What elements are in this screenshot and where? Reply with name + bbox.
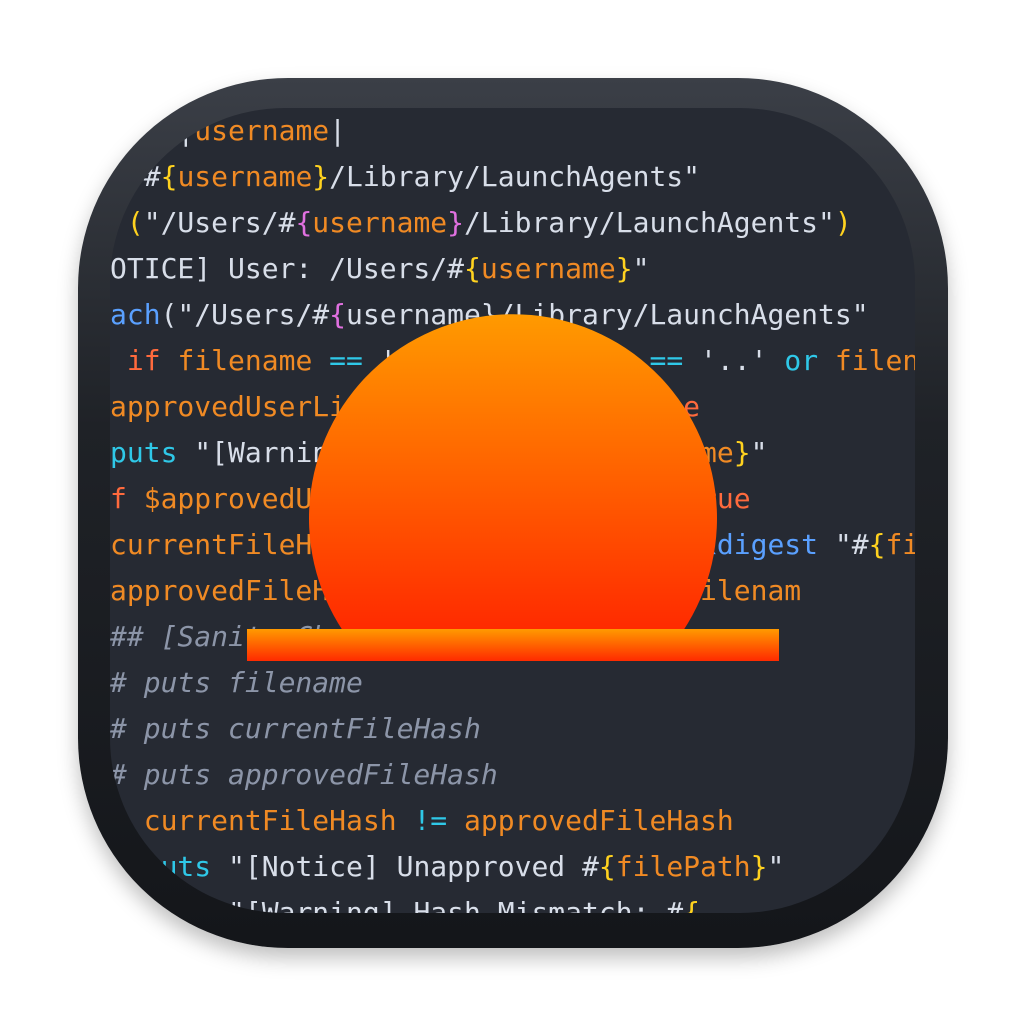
code-line: puts "[Warning] Hash Mismatch: #{	[110, 890, 915, 913]
code-token: {	[868, 528, 886, 561]
code-token: filen	[834, 344, 915, 377]
code-token: }	[615, 252, 633, 285]
code-line: f currentFileHash != approvedFileHash	[110, 798, 915, 844]
code-line: ("/Users/#{username}/Library/LaunchAgent…	[110, 200, 915, 246]
code-token: OTICE] User: /Users/#	[110, 252, 465, 285]
code-token: if	[110, 344, 178, 377]
code-token: /Library/LaunchAgents"	[329, 160, 701, 193]
code-token: username	[194, 114, 330, 147]
code-line: OTICE] User: /Users/#{username}"	[110, 246, 915, 292]
code-token: |	[329, 114, 347, 147]
code-token: {	[598, 850, 616, 883]
code-token: ach	[110, 298, 161, 331]
code-line: puts "[Notice] Unapproved #{filePath}"	[110, 844, 915, 890]
code-token: "	[767, 850, 785, 883]
code-token: {	[683, 896, 701, 913]
code-token: {	[160, 160, 178, 193]
code-token: !=	[396, 804, 465, 837]
code-token: # puts filename	[110, 666, 363, 699]
sunrise-logo-icon	[247, 314, 779, 661]
code-token: filePath	[615, 850, 751, 883]
code-token: puts	[110, 850, 212, 883]
code-token: # puts approvedFileHash	[110, 758, 498, 791]
code-line: # puts approvedFileHash	[110, 752, 915, 798]
code-token: username	[480, 252, 616, 285]
code-token: }	[750, 850, 768, 883]
code-line: |username|	[110, 108, 915, 154]
code-token: "/Users/#	[143, 206, 296, 239]
code-token: |	[110, 114, 195, 147]
code-token: }	[447, 206, 465, 239]
code-token: f	[110, 804, 144, 837]
code-token: {	[295, 206, 313, 239]
code-token: {	[464, 252, 481, 285]
code-token: f	[110, 482, 144, 515]
code-token: "[Notice] Unapproved #	[211, 850, 599, 883]
horizon-bar	[247, 629, 779, 661]
code-token: approvedFileHash	[464, 804, 734, 837]
code-token: username	[312, 206, 448, 239]
code-line: # puts currentFileHash	[110, 706, 915, 752]
code-token: )	[834, 206, 852, 239]
code-token: username	[177, 160, 313, 193]
code-token: fil	[885, 528, 915, 561]
code-token: s/#	[110, 160, 161, 193]
code-token: puts	[110, 436, 178, 469]
code-line: s/#{username}/Library/LaunchAgents"	[110, 154, 915, 200]
code-token: currentFileHash	[143, 804, 397, 837]
code-token: puts	[110, 896, 212, 913]
code-token: "[Warning] Hash Mismatch: #	[211, 896, 684, 913]
code-line: # puts filename	[110, 660, 915, 706]
code-token: # puts currentFileHash	[110, 712, 481, 745]
code-token: "	[632, 252, 650, 285]
code-token: (	[110, 206, 144, 239]
code-token: /Library/LaunchAgents"	[464, 206, 835, 239]
code-token: }	[312, 160, 330, 193]
sun-disc	[309, 314, 717, 631]
code-token: "#	[818, 528, 869, 561]
